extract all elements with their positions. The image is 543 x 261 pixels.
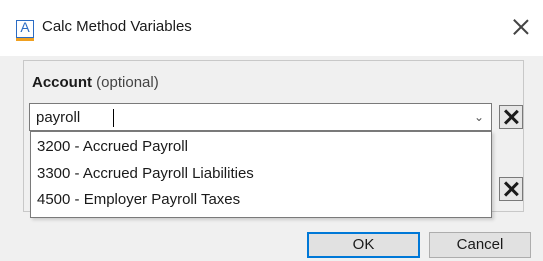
clear-account-button[interactable] bbox=[499, 105, 523, 129]
account-label: Account (optional) bbox=[32, 74, 159, 91]
text-cursor bbox=[113, 109, 114, 127]
clear-second-field-button[interactable] bbox=[499, 177, 523, 201]
optional-label: (optional) bbox=[96, 74, 159, 91]
chevron-down-icon[interactable]: ⌄ bbox=[472, 110, 486, 124]
app-icon-letter: A bbox=[20, 19, 30, 35]
ok-button[interactable]: OK bbox=[307, 232, 420, 258]
dropdown-option[interactable]: 4500 - Employer Payroll Taxes bbox=[31, 187, 491, 213]
calc-method-variables-dialog: A Calc Method Variables Account (optiona… bbox=[0, 0, 543, 261]
account-label-text: Account bbox=[32, 74, 92, 91]
cancel-button[interactable]: Cancel bbox=[429, 232, 531, 258]
account-input[interactable] bbox=[36, 106, 456, 128]
title-bar: A Calc Method Variables bbox=[0, 0, 543, 56]
dialog-body: Account (optional) ⌄ 3200 - Accrued Payr… bbox=[0, 56, 543, 261]
app-icon: A bbox=[16, 19, 34, 41]
account-dropdown-list: 3200 - Accrued Payroll 3300 - Accrued Pa… bbox=[30, 131, 492, 218]
dropdown-option[interactable]: 3300 - Accrued Payroll Liabilities bbox=[31, 161, 491, 187]
window-title: Calc Method Variables bbox=[42, 18, 192, 35]
account-combobox[interactable]: ⌄ bbox=[29, 103, 492, 131]
app-icon-underline bbox=[16, 38, 34, 41]
dropdown-option[interactable]: 3200 - Accrued Payroll bbox=[31, 134, 491, 160]
close-icon[interactable] bbox=[510, 16, 532, 38]
